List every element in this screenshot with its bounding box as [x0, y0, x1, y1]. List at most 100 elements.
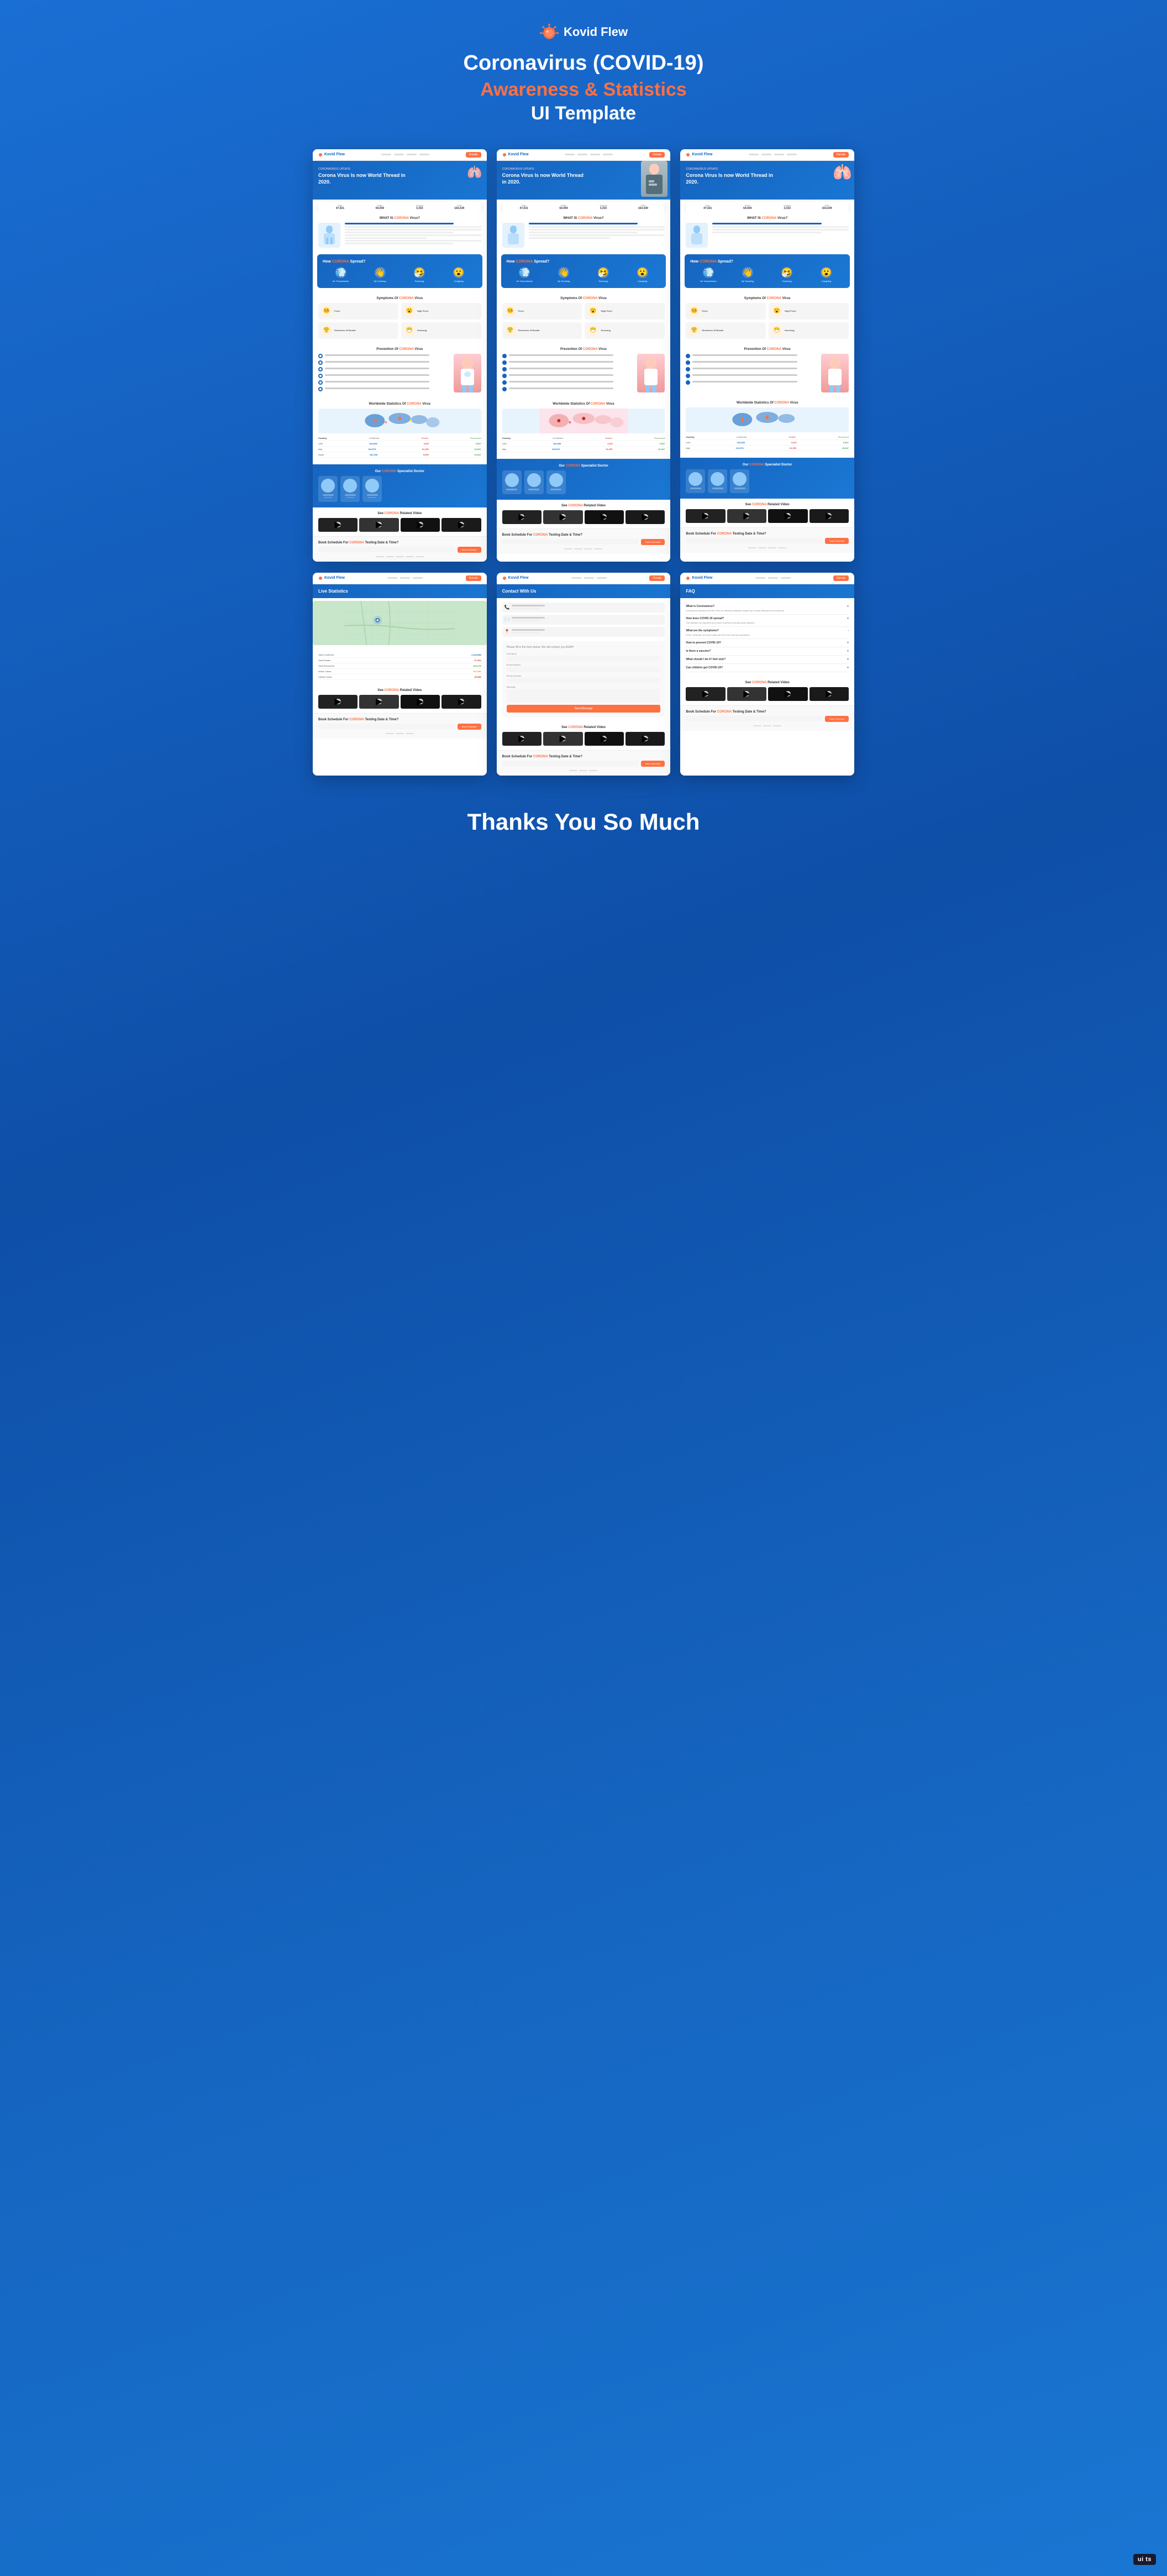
- faq-item-2[interactable]: How does COVID-19 spread? + The disease …: [686, 615, 849, 627]
- prev-wash: [318, 354, 449, 358]
- prev-home: [318, 387, 449, 391]
- booking-section-3: Book Schedule For CORONA Testing Date & …: [680, 527, 854, 553]
- faq-item-3[interactable]: What are the symptoms? - Fever, tirednes…: [686, 627, 849, 639]
- screen-col-2: Kovid Flew Donate CORONAVIRUS UPDATE Cor…: [497, 149, 671, 562]
- faq-item-4[interactable]: How to prevent COVID-19? +: [686, 639, 849, 647]
- videos-faq: See CORONA Related Video ▶ ▶ ▶ ▶: [680, 677, 854, 705]
- nav-donate-btn-3[interactable]: Donate: [833, 152, 849, 158]
- video-ca[interactable]: ▶: [502, 732, 542, 746]
- header: Kovid Flew Coronavirus (COVID-19) Awaren…: [464, 22, 704, 127]
- ui-badge: ui ts: [1133, 2554, 1156, 2565]
- name-input[interactable]: [507, 656, 661, 661]
- video-3b[interactable]: ▶: [727, 509, 766, 523]
- videos-section-3: See CORONA Related Video ▶ ▶ ▶ ▶: [680, 499, 854, 527]
- symptom-breath: 😤 Shortness Of Breath: [318, 322, 398, 339]
- message-input[interactable]: [507, 689, 661, 703]
- nav-links-1: [381, 154, 429, 155]
- doctor-card-1a: [318, 476, 338, 502]
- doctors-section-2: Our CORONA Specialist Doctor: [497, 459, 671, 500]
- stats-bar-3: Italy47,021 Spain64,059 Virginia3,333 US…: [686, 202, 849, 212]
- screen-col-3: Kovid Flew Donate CORONAVIRUS UPDATE Cor…: [680, 149, 854, 562]
- nav-donate-btn-1[interactable]: Donate: [466, 152, 481, 158]
- prev-mask: [318, 360, 449, 365]
- booking-btn-faq[interactable]: Book Schedule: [825, 716, 849, 722]
- stats-bar-1: Italy 47,021 Spain 64,059 Virginia 3,333…: [318, 202, 481, 212]
- nav-contact: Kovid Flew Donate: [497, 573, 671, 584]
- booking-faq: Book Schedule For CORONA Testing Date & …: [680, 705, 854, 731]
- video-2a[interactable]: ▶: [502, 510, 542, 524]
- symptom-fever: 🤒 Fever: [318, 303, 398, 320]
- play-btn-1a[interactable]: ▶: [335, 522, 341, 527]
- how-spread-section-1: How CORONA Spread? 💨 Air Transmission 👋 …: [317, 254, 482, 288]
- video-fd[interactable]: ▶: [809, 687, 849, 701]
- video-2c[interactable]: ▶: [585, 510, 624, 524]
- faq-item-6[interactable]: What should I do if I feel sick? +: [686, 656, 849, 664]
- video-cb[interactable]: ▶: [543, 732, 582, 746]
- breath-icon: 😤: [321, 325, 332, 336]
- spread-sneeze: 🤧 Sneezing: [401, 267, 437, 282]
- what-is-content-1: [318, 223, 481, 248]
- phone-input[interactable]: [507, 678, 661, 683]
- video-cd[interactable]: ▶: [625, 732, 665, 746]
- thanks-text: Thanks You So Much: [467, 809, 700, 835]
- spread-items-1: 💨 Air Transmission 👋 By Touching 🤧 Sneez…: [323, 267, 477, 282]
- video-2d[interactable]: ▶: [625, 510, 665, 524]
- video-3a[interactable]: ▶: [686, 509, 725, 523]
- videos-grid-1: ▶ ▶ ▶ ▶: [318, 518, 481, 532]
- doctors-grid-1: [318, 476, 481, 502]
- video-thumb-1a[interactable]: ▶: [318, 518, 358, 532]
- play-btn-1b[interactable]: ▶: [376, 522, 382, 527]
- video-3c[interactable]: ▶: [768, 509, 807, 523]
- cough-icon: 😮: [453, 267, 464, 278]
- nav-donate-btn-2[interactable]: Donate: [649, 152, 665, 158]
- mock-nav-2: Kovid Flew Donate: [497, 149, 671, 161]
- email-input[interactable]: [507, 667, 661, 672]
- video-thumb-1b[interactable]: ▶: [359, 518, 398, 532]
- play-btn-1d[interactable]: ▶: [459, 522, 464, 527]
- faq-item-5[interactable]: Is there a vaccine? +: [686, 647, 849, 656]
- booking-btn-2[interactable]: Book Schedule: [641, 539, 665, 545]
- video-2b[interactable]: ▶: [543, 510, 582, 524]
- video-fa[interactable]: ▶: [686, 687, 725, 701]
- footer-links-1: [318, 556, 481, 557]
- nav-donate-faq[interactable]: Donate: [833, 575, 849, 581]
- video-lb[interactable]: ▶: [359, 695, 398, 709]
- what-is-title-1: WHAT IS CORONA Virus?: [318, 217, 481, 220]
- prevention-list-1: [318, 354, 449, 394]
- video-la[interactable]: ▶: [318, 695, 358, 709]
- symptoms-grid-1: 🤒 Fever 😮 High Fever 😤 Shortness Of Brea…: [318, 303, 481, 339]
- spread-cough: 😮 Coughing: [441, 267, 477, 282]
- nav-donate-contact[interactable]: Donate: [649, 575, 665, 581]
- doctors-section-1: Our CORONA Specialist Doctor: [313, 464, 487, 507]
- logo-text: Kovid Flew: [564, 25, 628, 39]
- hero-person-img-2: [641, 161, 667, 197]
- faq-item-1[interactable]: What is Coronavirus? + Coronavirus disea…: [686, 603, 849, 615]
- booking-btn-live[interactable]: Book Schedule: [458, 724, 481, 730]
- video-thumb-1c[interactable]: ▶: [401, 518, 440, 532]
- prevention-section-1: Prevention Of CORONA Virus: [313, 343, 487, 398]
- video-ld[interactable]: ▶: [441, 695, 481, 709]
- send-message-btn[interactable]: Send Message: [507, 705, 661, 713]
- doctor-card-1b: [340, 476, 360, 502]
- faq-item-7[interactable]: Can children get COVID-19? +: [686, 664, 849, 672]
- touch-icon: 👋: [375, 267, 386, 278]
- play-btn-1c[interactable]: ▶: [418, 522, 423, 527]
- spread-air: 💨 Air Transmission: [323, 267, 359, 282]
- booking-btn-1[interactable]: Book Schedule: [458, 547, 481, 553]
- video-fc[interactable]: ▶: [768, 687, 807, 701]
- booking-btn-3[interactable]: Book Schedule: [825, 538, 849, 544]
- video-lc[interactable]: ▶: [401, 695, 440, 709]
- video-thumb-1d[interactable]: ▶: [441, 518, 481, 532]
- nav-links-2: [565, 154, 613, 155]
- air-icon: 💨: [335, 267, 346, 278]
- video-3d[interactable]: ▶: [809, 509, 849, 523]
- virus-logo-icon: [539, 22, 559, 42]
- video-fb[interactable]: ▶: [727, 687, 766, 701]
- contact-email: ✉️: [502, 615, 665, 625]
- booking-btn-contact[interactable]: Book Schedule: [641, 761, 665, 767]
- how-spread-section-2: How CORONA Spread? 💨Air Transmission 👋By…: [501, 254, 666, 288]
- prev-emergency: [318, 367, 449, 371]
- nav-logo-3: Kovid Flew: [686, 153, 712, 157]
- video-cc[interactable]: ▶: [585, 732, 624, 746]
- nav-donate-live[interactable]: Donate: [466, 575, 481, 581]
